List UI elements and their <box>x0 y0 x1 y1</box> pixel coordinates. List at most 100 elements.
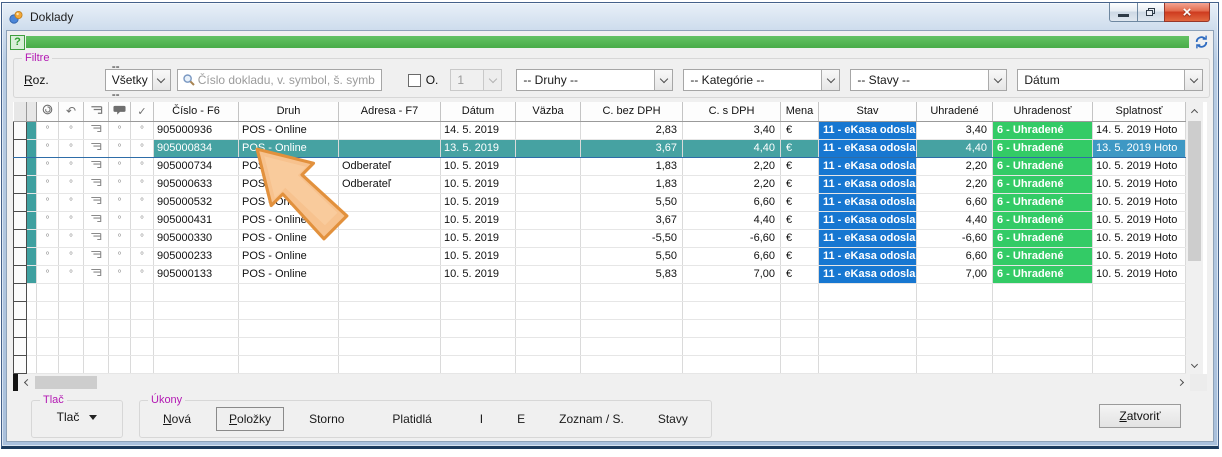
cell-s-dph[interactable]: 4,40 <box>683 211 781 229</box>
cell-datum[interactable]: 10. 5. 2019 <box>441 211 516 229</box>
status-badge[interactable]: 11 - eKasa odosla <box>819 175 917 193</box>
search-input[interactable] <box>196 72 377 88</box>
check-column-header[interactable]: ✓ <box>131 102 154 121</box>
cell-adresa[interactable] <box>339 193 441 211</box>
cell-druh[interactable]: POS - Online <box>239 247 339 265</box>
cell-mena[interactable]: € <box>781 157 819 175</box>
cell-mena[interactable]: € <box>781 139 819 157</box>
scroll-up-button[interactable] <box>1186 102 1203 119</box>
stavy-button[interactable]: Stavy <box>649 407 697 431</box>
cell-mena[interactable]: € <box>781 229 819 247</box>
table-row[interactable]: °° °° 905000532 POS - Online 10. 5. 2019… <box>14 193 1186 211</box>
cell-s-dph[interactable]: 3,40 <box>683 121 781 139</box>
cell-druh[interactable]: POS - Online <box>239 157 339 175</box>
cell-cislo[interactable]: 905000330 <box>154 229 239 247</box>
chevron-down-icon[interactable] <box>988 70 1006 90</box>
cell-adresa[interactable] <box>339 247 441 265</box>
column-header-stav[interactable]: Stav <box>819 102 917 121</box>
cell-cislo[interactable]: 905000233 <box>154 247 239 265</box>
cell-uhradene[interactable]: 2,20 <box>917 157 993 175</box>
platidla-button[interactable]: Platidlá <box>383 407 440 431</box>
storno-button[interactable]: Storno <box>300 407 353 431</box>
print-button[interactable]: Tlač <box>51 406 104 428</box>
cell-cislo[interactable]: 905000936 <box>154 121 239 139</box>
cell-mena[interactable]: € <box>781 121 819 139</box>
column-header-druh[interactable]: Druh <box>239 102 339 121</box>
row-selector[interactable] <box>14 265 27 283</box>
header-selector[interactable] <box>14 102 27 121</box>
cell-s-dph[interactable]: 6,60 <box>683 193 781 211</box>
column-header-cislo[interactable]: Číslo - F6 <box>154 102 239 121</box>
status-badge[interactable]: 11 - eKasa odosla <box>819 211 917 229</box>
column-header-uhradenost[interactable]: Uhradenosť <box>993 102 1093 121</box>
o-checkbox[interactable] <box>408 74 421 87</box>
cell-vazba[interactable] <box>516 175 581 193</box>
paid-badge[interactable]: 6 - Uhradené <box>993 229 1093 247</box>
column-header-s-dph[interactable]: C. s DPH <box>683 102 781 121</box>
undo-column-header[interactable]: ↶ <box>59 102 84 121</box>
help-button[interactable]: ? <box>10 35 25 50</box>
column-header-bez-dph[interactable]: C. bez DPH <box>581 102 683 121</box>
column-header-mena[interactable]: Mena <box>781 102 819 121</box>
chevron-down-icon[interactable] <box>654 70 672 90</box>
paid-badge[interactable]: 6 - Uhradené <box>993 139 1093 157</box>
cell-bez-dph[interactable]: 3,67 <box>581 211 683 229</box>
table-row[interactable]: °° °° 905000133 POS - Online 10. 5. 2019… <box>14 265 1186 283</box>
cell-adresa[interactable] <box>339 229 441 247</box>
cell-bez-dph[interactable]: 1,83 <box>581 175 683 193</box>
cell-vazba[interactable] <box>516 265 581 283</box>
horizontal-scrollbar[interactable] <box>13 374 1207 391</box>
status-badge[interactable]: 11 - eKasa odosla <box>819 157 917 175</box>
row-selector[interactable] <box>14 139 27 157</box>
cell-uhradene[interactable]: 4,40 <box>917 139 993 157</box>
cell-splatnost[interactable]: 10. 5. 2019 Hoto <box>1093 193 1186 211</box>
cell-bez-dph[interactable]: 3,67 <box>581 139 683 157</box>
cell-mena[interactable]: € <box>781 211 819 229</box>
print-column-header[interactable] <box>84 102 109 121</box>
column-header-uhradene[interactable]: Uhradené <box>917 102 993 121</box>
cell-adresa[interactable] <box>339 265 441 283</box>
table-row[interactable]: °° °° 905000936 POS - Online 14. 5. 2019… <box>14 121 1186 139</box>
status-badge[interactable]: 11 - eKasa odosla <box>819 139 917 157</box>
table-row-selected[interactable]: °° °° 905000834 POS - Online 13. 5. 2019… <box>14 139 1186 157</box>
cell-vazba[interactable] <box>516 247 581 265</box>
cell-adresa[interactable] <box>339 211 441 229</box>
cell-splatnost[interactable]: 10. 5. 2019 Hoto <box>1093 175 1186 193</box>
paid-badge[interactable]: 6 - Uhradené <box>993 121 1093 139</box>
table-row[interactable]: °° °° 905000633 POS - Online Odberateľ 1… <box>14 175 1186 193</box>
cell-uhradene[interactable]: 7,00 <box>917 265 993 283</box>
cell-cislo[interactable]: 905000431 <box>154 211 239 229</box>
paid-badge[interactable]: 6 - Uhradené <box>993 247 1093 265</box>
cell-bez-dph[interactable]: 5,83 <box>581 265 683 283</box>
row-selector[interactable] <box>14 193 27 211</box>
scroll-left-button[interactable] <box>18 374 35 391</box>
cell-druh[interactable]: POS - Online <box>239 193 339 211</box>
cell-uhradene[interactable]: 6,60 <box>917 247 993 265</box>
table-row-empty[interactable] <box>14 319 1186 337</box>
cell-bez-dph[interactable]: 2,83 <box>581 121 683 139</box>
cell-uhradene[interactable]: -6,60 <box>917 229 993 247</box>
cell-s-dph[interactable]: -6,60 <box>683 229 781 247</box>
cell-splatnost[interactable]: 10. 5. 2019 Hoto <box>1093 265 1186 283</box>
cell-mena[interactable]: € <box>781 247 819 265</box>
table-row[interactable]: °° °° 905000330 POS - Online 10. 5. 2019… <box>14 229 1186 247</box>
cell-bez-dph[interactable]: -5,50 <box>581 229 683 247</box>
cell-s-dph[interactable]: 2,20 <box>683 175 781 193</box>
paid-badge[interactable]: 6 - Uhradené <box>993 157 1093 175</box>
cell-vazba[interactable] <box>516 139 581 157</box>
chevron-down-icon[interactable] <box>152 70 170 90</box>
titlebar[interactable]: Doklady × <box>2 3 1218 30</box>
table-row-empty[interactable] <box>14 355 1186 373</box>
kategorie-select[interactable]: -- Kategórie -- <box>683 69 840 91</box>
cell-mena[interactable]: € <box>781 265 819 283</box>
restore-button[interactable] <box>1137 3 1165 22</box>
cell-vazba[interactable] <box>516 157 581 175</box>
scroll-right-button[interactable] <box>1173 374 1190 391</box>
datum-select[interactable]: Dátum <box>1017 69 1203 91</box>
cell-splatnost[interactable]: 14. 5. 2019 Hoto <box>1093 121 1186 139</box>
minimize-button[interactable] <box>1109 3 1138 22</box>
cell-splatnost[interactable]: 10. 5. 2019 Hoto <box>1093 211 1186 229</box>
cell-druh[interactable]: POS - Online <box>239 121 339 139</box>
refresh-icon[interactable] <box>1193 34 1210 50</box>
table-row-empty[interactable] <box>14 301 1186 319</box>
